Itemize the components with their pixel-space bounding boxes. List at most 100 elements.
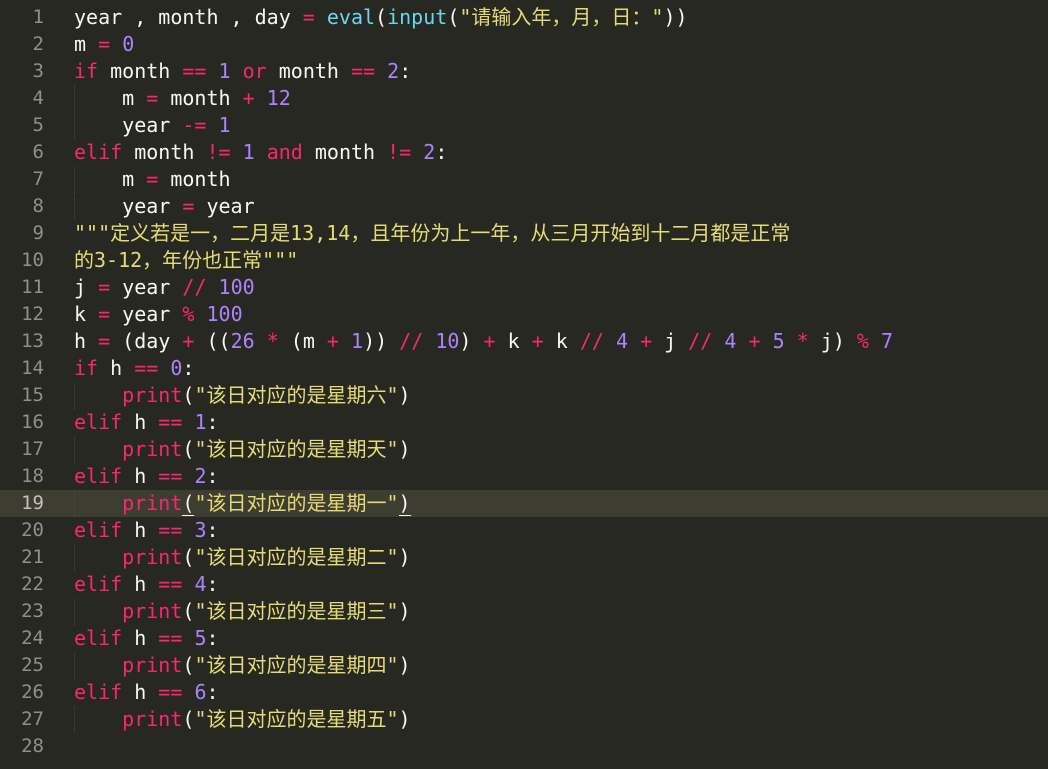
- code-token: eval: [326, 5, 376, 29]
- code-line[interactable]: 25 print("该日对应的是星期四"): [0, 652, 1048, 679]
- code-text[interactable]: elif h == 3:: [74, 517, 219, 544]
- code-text[interactable]: year -= 1: [74, 112, 230, 139]
- code-line[interactable]: 21 print("该日对应的是星期二"): [0, 544, 1048, 571]
- code-text[interactable]: year = year: [74, 193, 254, 220]
- code-text[interactable]: print("该日对应的是星期四"): [74, 652, 410, 679]
- code-text[interactable]: m = month: [74, 166, 230, 193]
- code-token: if: [74, 59, 99, 83]
- code-line[interactable]: 2 m = 0: [0, 31, 1048, 58]
- line-number: 6: [32, 141, 44, 163]
- code-text[interactable]: 的3-12，年份也正常""": [74, 247, 298, 274]
- line-number: 18: [21, 465, 44, 487]
- code-token: 0: [170, 356, 183, 380]
- code-line[interactable]: 12 k = year % 100: [0, 301, 1048, 328]
- code-text[interactable]: print("该日对应的是星期三"): [74, 598, 410, 625]
- code-token: year: [110, 275, 183, 299]
- code-token: ==: [158, 680, 183, 704]
- code-text[interactable]: m = month + 12: [74, 85, 291, 112]
- code-token: h: [122, 464, 159, 488]
- code-text[interactable]: print("该日对应的是星期五"): [74, 706, 410, 733]
- code-token: input: [387, 5, 448, 29]
- code-text[interactable]: h = (day + ((26 * (m + 1)) // 10) + k + …: [74, 328, 893, 355]
- code-line[interactable]: 16 elif h == 1:: [0, 409, 1048, 436]
- code-token: :: [206, 518, 219, 542]
- code-text[interactable]: print("该日对应的是星期六"): [74, 382, 410, 409]
- code-token: //: [579, 329, 604, 353]
- code-token: elif: [74, 140, 123, 164]
- code-text[interactable]: if month == 1 or month == 2:: [74, 58, 411, 85]
- code-token: :: [399, 59, 412, 83]
- code-token: "该日对应的是星期六": [194, 383, 399, 407]
- code-token: 100: [218, 275, 255, 299]
- code-line[interactable]: 13 h = (day + ((26 * (m + 1)) // 10) + k …: [0, 328, 1048, 355]
- code-line[interactable]: 15 print("该日对应的是星期六"): [0, 382, 1048, 409]
- code-line[interactable]: 24 elif h == 5:: [0, 625, 1048, 652]
- code-text[interactable]: if h == 0:: [74, 355, 194, 382]
- code-text[interactable]: elif h == 1:: [74, 409, 219, 436]
- code-token: !=: [387, 140, 412, 164]
- code-line[interactable]: 27 print("该日对应的是星期五"): [0, 706, 1048, 733]
- code-line[interactable]: 3 if month == 1 or month == 2:: [0, 58, 1048, 85]
- code-line[interactable]: 22 elif h == 4:: [0, 571, 1048, 598]
- line-number: 27: [21, 708, 44, 730]
- code-line[interactable]: 1 year , month , day = eval(input("请输入年，月…: [0, 4, 1048, 31]
- code-text[interactable]: k = year % 100: [74, 301, 243, 328]
- code-token: month: [98, 59, 183, 83]
- code-token: ): [398, 545, 411, 569]
- code-editor[interactable]: 1 year , month , day = eval(input("请输入年，月…: [0, 0, 1048, 769]
- code-text[interactable]: year , month , day = eval(input("请输入年，月，…: [74, 4, 688, 31]
- line-number: 5: [32, 114, 44, 136]
- code-line[interactable]: 18 elif h == 2:: [0, 463, 1048, 490]
- code-token: ): [459, 329, 484, 353]
- code-line[interactable]: 14 if h == 0:: [0, 355, 1048, 382]
- code-line[interactable]: 28: [0, 733, 1048, 760]
- code-line[interactable]: 20 elif h == 3:: [0, 517, 1048, 544]
- code-token: year: [110, 302, 183, 326]
- code-text[interactable]: elif month != 1 and month != 2:: [74, 139, 447, 166]
- code-text[interactable]: elif h == 6:: [74, 679, 219, 706]
- code-token: month: [302, 140, 388, 164]
- code-text[interactable]: """定义若是一，二月是13,14，且年份为上一年，从三月开始到十二月都是正常: [74, 220, 790, 247]
- code-token: :: [182, 356, 195, 380]
- line-number: 28: [21, 735, 44, 757]
- code-token: or: [242, 59, 267, 83]
- code-token: print: [122, 599, 183, 623]
- code-line[interactable]: 8 year = year: [0, 193, 1048, 220]
- code-token: h: [74, 329, 99, 353]
- code-text[interactable]: m = 0: [74, 31, 134, 58]
- code-token: ((: [194, 329, 231, 353]
- code-text[interactable]: elif h == 2:: [74, 463, 219, 490]
- code-line[interactable]: 23 print("该日对应的是星期三"): [0, 598, 1048, 625]
- code-line[interactable]: 7 m = month: [0, 166, 1048, 193]
- code-text[interactable]: print("该日对应的是星期天"): [74, 436, 410, 463]
- code-text[interactable]: elif h == 4:: [74, 571, 219, 598]
- code-token: (: [182, 437, 195, 461]
- code-text[interactable]: j = year // 100: [74, 274, 255, 301]
- code-token: print: [122, 437, 183, 461]
- code-line[interactable]: 11 j = year // 100: [0, 274, 1048, 301]
- code-text[interactable]: print("该日对应的是星期一"): [74, 490, 411, 517]
- code-line[interactable]: 4 m = month + 12: [0, 85, 1048, 112]
- code-text[interactable]: elif h == 5:: [74, 625, 219, 652]
- code-line[interactable]: 6 elif month != 1 and month != 2:: [0, 139, 1048, 166]
- code-token: ==: [134, 356, 159, 380]
- code-line[interactable]: 26 elif h == 6:: [0, 679, 1048, 706]
- code-line[interactable]: 10 的3-12，年份也正常""": [0, 247, 1048, 274]
- code-line[interactable]: 19 print("该日对应的是星期一"): [0, 490, 1048, 517]
- code-token: ==: [158, 464, 183, 488]
- code-token: 0: [122, 32, 135, 56]
- code-token: "该日对应的是星期一": [194, 491, 399, 515]
- code-line[interactable]: 5 year -= 1: [0, 112, 1048, 139]
- code-line[interactable]: 17 print("该日对应的是星期天"): [0, 436, 1048, 463]
- code-line[interactable]: 9 """定义若是一，二月是13,14，且年份为上一年，从三月开始到十二月都是正常: [0, 220, 1048, 247]
- code-text[interactable]: print("该日对应的是星期二"): [74, 544, 411, 571]
